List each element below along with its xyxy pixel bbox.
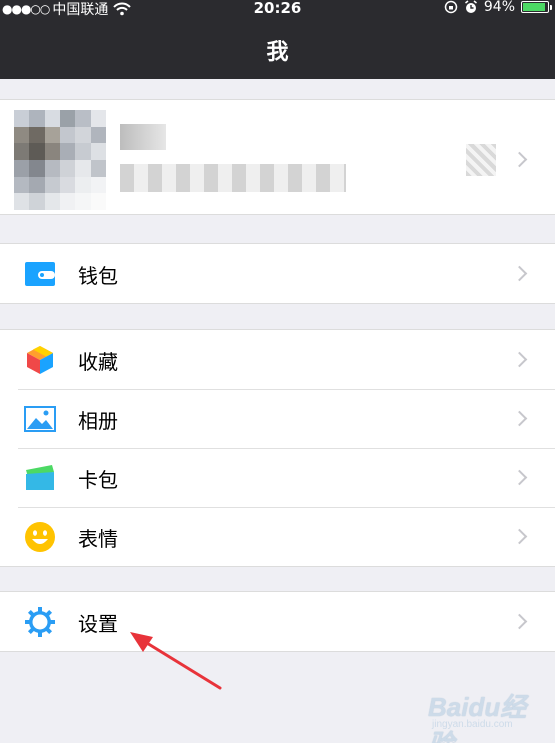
watermark-brand: Baidu经验 — [428, 692, 527, 743]
baidu-watermark: Baidu经验 jingyan.baidu.com — [428, 685, 548, 743]
watermark-url: jingyan.baidu.com — [432, 719, 513, 730]
annotation-arrow — [130, 632, 222, 690]
